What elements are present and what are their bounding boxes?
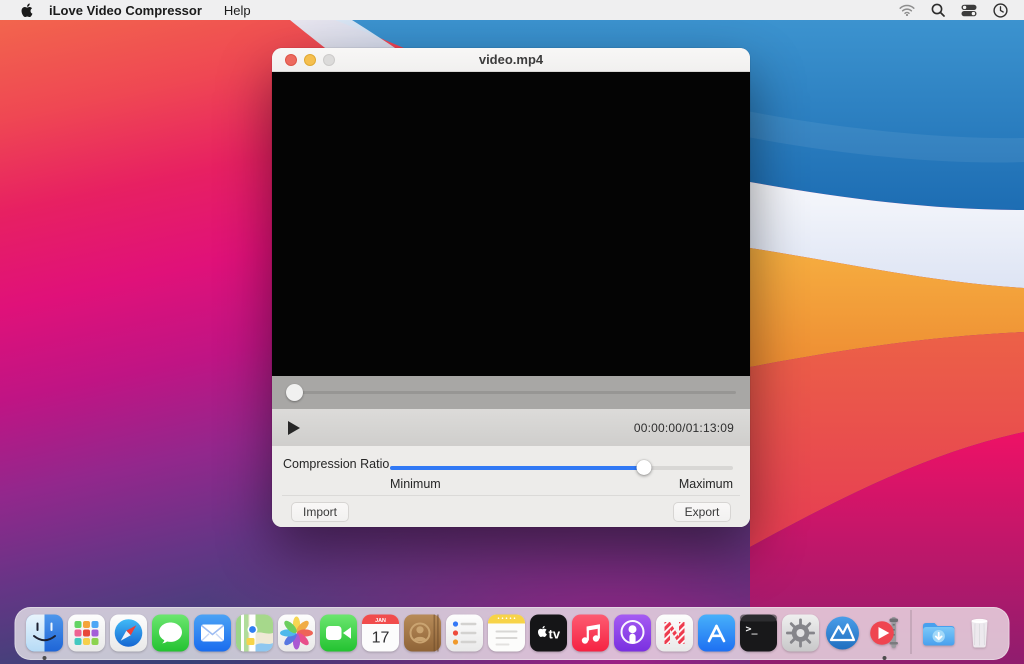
- time-display: 00:00:00/01:13:09: [634, 421, 734, 435]
- import-button[interactable]: Import: [291, 502, 349, 522]
- podcasts-icon: [613, 613, 653, 653]
- app-store-icon: [697, 613, 737, 653]
- dock-item-app-store[interactable]: [697, 613, 737, 653]
- downloads-folder-icon: [918, 613, 958, 653]
- close-button[interactable]: [285, 54, 297, 66]
- calendar-month-text: JAN: [375, 618, 386, 624]
- dock-item-photos[interactable]: [277, 613, 317, 653]
- contacts-icon: [403, 613, 443, 653]
- export-button[interactable]: Export: [673, 502, 731, 522]
- safari-icon: [109, 613, 149, 653]
- compression-slider[interactable]: [390, 460, 733, 475]
- dock-item-mail[interactable]: [193, 613, 233, 653]
- menu-item-help[interactable]: Help: [224, 3, 251, 18]
- launchpad-icon: [67, 613, 107, 653]
- menu-bar: iLove Video Compressor Help: [0, 0, 1024, 20]
- dock-item-maps[interactable]: [235, 613, 275, 653]
- dock-item-calendar[interactable]: JAN 17: [361, 613, 401, 653]
- mail-icon: [193, 613, 233, 653]
- trash-icon: [960, 613, 1000, 653]
- finder-icon: [25, 613, 65, 653]
- clock-icon[interactable]: [993, 3, 1008, 18]
- dock: JAN 17: [15, 607, 1010, 660]
- dock-separator: [911, 610, 912, 654]
- compression-panel: Compression Ratio Minimum Maximum Import…: [272, 446, 750, 527]
- dock-item-messages[interactable]: [151, 613, 191, 653]
- minimize-button[interactable]: [304, 54, 316, 66]
- dock-item-safari[interactable]: [109, 613, 149, 653]
- seek-bar[interactable]: [272, 376, 750, 409]
- facetime-icon: [319, 613, 359, 653]
- maps-icon: [235, 613, 275, 653]
- terminal-icon: >_: [739, 613, 779, 653]
- maximum-label: Maximum: [679, 477, 733, 491]
- dock-item-news[interactable]: [655, 613, 695, 653]
- dock-item-podcasts[interactable]: [613, 613, 653, 653]
- compression-slider-fill: [390, 466, 644, 470]
- dock-item-finder[interactable]: [25, 613, 65, 653]
- dock-item-peaks-app[interactable]: [823, 613, 863, 653]
- dock-item-downloads-folder[interactable]: [918, 613, 958, 653]
- seek-thumb[interactable]: [286, 384, 303, 401]
- news-icon: [655, 613, 695, 653]
- compression-slider-thumb[interactable]: [636, 460, 651, 475]
- dock-item-terminal[interactable]: >_: [739, 613, 779, 653]
- wifi-icon[interactable]: [899, 4, 915, 16]
- zoom-button-disabled: [323, 54, 335, 66]
- notes-icon: [487, 613, 527, 653]
- active-app-name[interactable]: iLove Video Compressor: [49, 3, 202, 18]
- dock-item-reminders[interactable]: [445, 613, 485, 653]
- dock-item-video-compressor[interactable]: [865, 613, 905, 653]
- dock-item-music[interactable]: [571, 613, 611, 653]
- running-indicator: [43, 656, 47, 660]
- dock-item-contacts[interactable]: [403, 613, 443, 653]
- window-title-bar[interactable]: video.mp4: [272, 48, 750, 72]
- calendar-icon: JAN 17: [361, 613, 401, 653]
- control-center-icon[interactable]: [961, 4, 977, 17]
- compression-ratio-label: Compression Ratio: [283, 457, 389, 471]
- photos-icon: [277, 613, 317, 653]
- calendar-day-text: 17: [372, 630, 390, 647]
- panel-divider: [282, 495, 740, 496]
- system-preferences-icon: [781, 613, 821, 653]
- music-icon: [571, 613, 611, 653]
- tv-label-text: tv: [549, 627, 561, 642]
- video-display-area: [272, 72, 750, 376]
- apple-tv-icon: tv: [529, 613, 569, 653]
- transport-bar: 00:00:00/01:13:09: [272, 409, 750, 446]
- dock-item-facetime[interactable]: [319, 613, 359, 653]
- apple-logo-icon: [20, 3, 33, 18]
- peaks-app-icon: [823, 613, 863, 653]
- minimum-label: Minimum: [390, 477, 441, 491]
- running-indicator: [883, 656, 887, 660]
- apple-menu[interactable]: [20, 3, 33, 18]
- play-button[interactable]: [288, 421, 300, 435]
- window-title: video.mp4: [272, 52, 750, 67]
- dock-item-notes[interactable]: [487, 613, 527, 653]
- dock-item-trash[interactable]: [960, 613, 1000, 653]
- search-icon[interactable]: [931, 3, 945, 17]
- messages-icon: [151, 613, 191, 653]
- dock-item-system-preferences[interactable]: [781, 613, 821, 653]
- reminders-icon: [445, 613, 485, 653]
- video-compressor-icon: [865, 613, 905, 653]
- video-compressor-window: video.mp4 00:00:00/01:13:09 Compression …: [272, 48, 750, 527]
- dock-item-launchpad[interactable]: [67, 613, 107, 653]
- terminal-prompt-text: >_: [746, 624, 759, 635]
- dock-item-apple-tv[interactable]: tv: [529, 613, 569, 653]
- seek-track[interactable]: [286, 391, 736, 394]
